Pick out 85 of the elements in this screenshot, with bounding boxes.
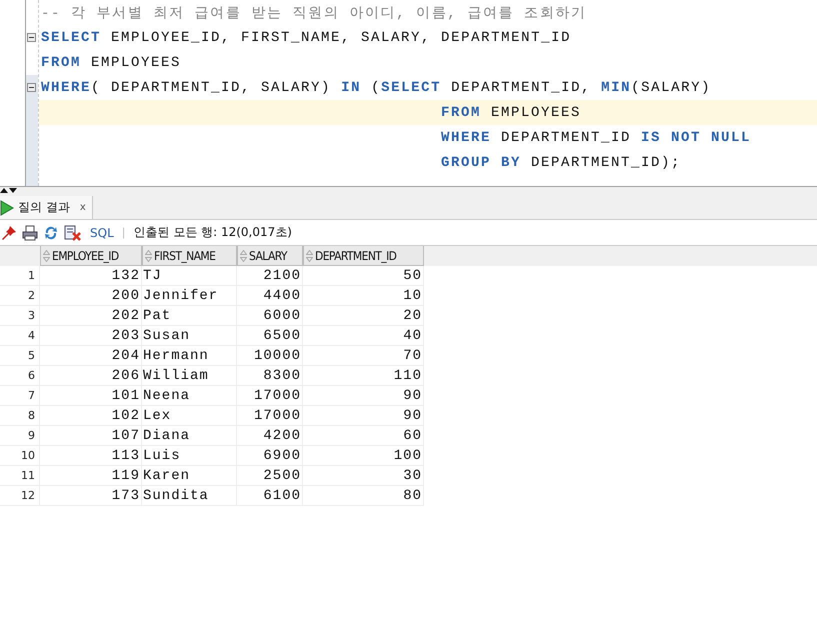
table-cell: Jennifer (142, 286, 237, 306)
table-cell: 90 (303, 386, 424, 406)
table-cell: TJ (142, 266, 237, 286)
play-icon (0, 200, 14, 216)
table-cell: 8300 (237, 366, 303, 386)
table-cell: 80 (303, 486, 424, 506)
column-header[interactable]: SALARY (237, 246, 303, 266)
row-number: 7 (0, 386, 40, 406)
table-cell: 203 (40, 326, 142, 346)
table-cell: 6100 (237, 486, 303, 506)
column-header[interactable]: EMPLOYEE_ID (40, 246, 142, 266)
table-cell: 17000 (237, 386, 303, 406)
row-number: 4 (0, 326, 40, 346)
table-cell: 2500 (237, 466, 303, 486)
table-cell: 90 (303, 406, 424, 426)
close-button[interactable]: x (80, 202, 86, 213)
table-cell: 200 (40, 286, 142, 306)
code-line: WHERE DEPARTMENT_ID IS NOT NULL (441, 130, 752, 146)
row-number: 5 (0, 346, 40, 366)
table-cell: Luis (142, 446, 237, 466)
row-number: 3 (0, 306, 40, 326)
table-cell: William (142, 366, 237, 386)
table-cell: 132 (40, 266, 142, 286)
refresh-icon[interactable] (43, 224, 59, 240)
row-number: 9 (0, 426, 40, 446)
table-cell: 206 (40, 366, 142, 386)
table-cell: 6500 (237, 326, 303, 346)
status-text: 인출된 모든 행: 12(0,017초) (133, 224, 292, 241)
table-cell: 2100 (237, 266, 303, 286)
separator-text: | (122, 226, 126, 239)
table-cell: Pat (142, 306, 237, 326)
table-cell: 107 (40, 426, 142, 446)
row-number: 1 (0, 266, 40, 286)
table-cell: Hermann (142, 346, 237, 366)
table-cell: 70 (303, 346, 424, 366)
column-header[interactable]: DEPARTMENT_ID (303, 246, 424, 266)
table-cell: 40 (303, 326, 424, 346)
table-cell: 6900 (237, 446, 303, 466)
table-cell: Lex (142, 406, 237, 426)
table-cell: 119 (40, 466, 142, 486)
table-cell: 17000 (237, 406, 303, 426)
row-number: 2 (0, 286, 40, 306)
collapse-icon[interactable] (27, 33, 36, 42)
table-cell: 100 (303, 446, 424, 466)
table-cell: 202 (40, 306, 142, 326)
row-number: 10 (0, 446, 40, 466)
pushpin-icon[interactable] (1, 224, 17, 240)
collapse-icon[interactable] (27, 83, 36, 92)
splitter-arrows-icon[interactable] (0, 187, 18, 194)
table-cell: 113 (40, 446, 142, 466)
clear-icon[interactable] (64, 224, 81, 240)
code-line: SELECT EMPLOYEE_ID, FIRST_NAME, SALARY, DEPARTMENT_ID (41, 30, 572, 46)
code-line: -- 각 부서별 최저 급여를 받는 직원의 아이디, 이름, 급여를 조회하기 (41, 4, 587, 22)
code-line: FROM EMPLOYEES (41, 54, 182, 70)
table-cell: 4400 (237, 286, 303, 306)
table-cell: 10 (303, 286, 424, 306)
row-number: 12 (0, 486, 40, 506)
results-tab[interactable]: 질의 결과 x (0, 196, 93, 219)
row-number: 8 (0, 406, 40, 426)
table-cell: 10000 (237, 346, 303, 366)
table-cell: 20 (303, 306, 424, 326)
table-cell: 50 (303, 266, 424, 286)
table-cell: Susan (142, 326, 237, 346)
table-cell: 204 (40, 346, 142, 366)
column-header[interactable]: FIRST_NAME (142, 246, 237, 266)
table-cell: 60 (303, 426, 424, 446)
table-cell: Neena (142, 386, 237, 406)
code-line: GROUP BY DEPARTMENT_ID); (441, 154, 682, 170)
row-number: 11 (0, 466, 40, 486)
code-line: WHERE( DEPARTMENT_ID, SALARY) IN (SELECT DEPARTMENT_ID, MIN(SALARY) (41, 80, 712, 96)
table-cell: Karen (142, 466, 237, 486)
sql-link[interactable]: SQL (90, 226, 114, 240)
table-cell: Sundita (142, 486, 237, 506)
table-cell: 30 (303, 466, 424, 486)
table-cell: 4200 (237, 426, 303, 446)
tab-label: 질의 결과 (18, 199, 70, 216)
row-number: 6 (0, 366, 40, 386)
table-cell: Diana (142, 426, 237, 446)
code-line: FROM EMPLOYEES (441, 104, 582, 120)
table-cell: 110 (303, 366, 424, 386)
table-cell: 173 (40, 486, 142, 506)
table-cell: 6000 (237, 306, 303, 326)
table-cell: 101 (40, 386, 142, 406)
print-icon[interactable] (22, 224, 38, 240)
table-cell: 102 (40, 406, 142, 426)
